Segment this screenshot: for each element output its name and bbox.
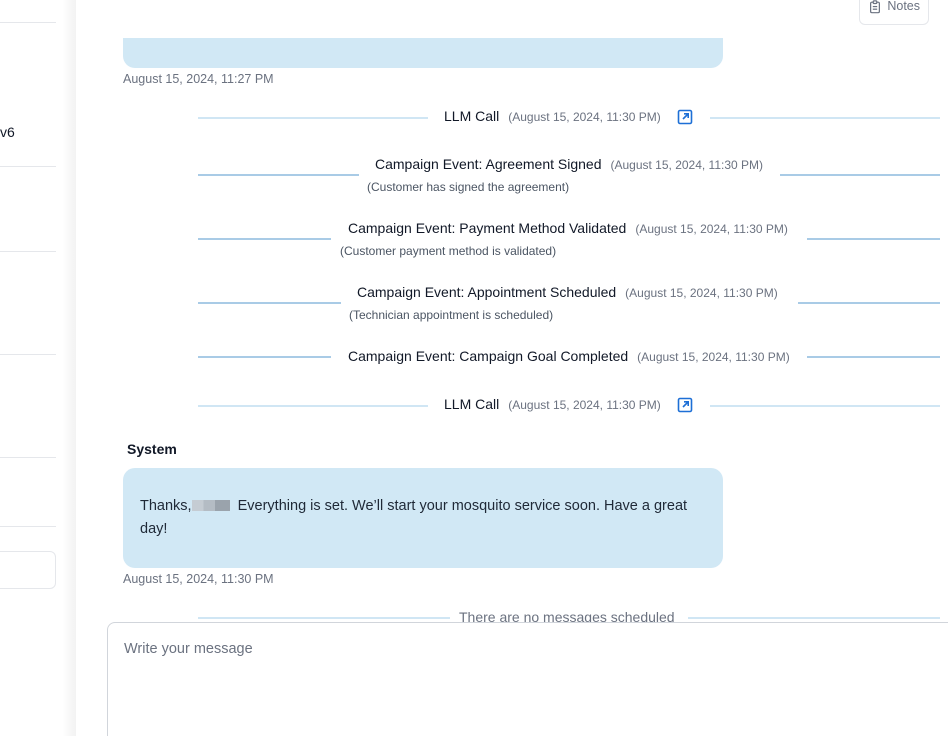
event-title: Campaign Event: Payment Method Validated xyxy=(348,220,627,236)
message-bubble-previous xyxy=(123,38,723,68)
timeline-event-goal-completed: Campaign Event: Campaign Goal Completed … xyxy=(198,348,940,368)
event-subtitle: (Customer payment method is validated) xyxy=(340,244,557,258)
redacted-name xyxy=(191,500,230,511)
timeline-line xyxy=(807,238,940,240)
sidebar-item-label[interactable]: v6 xyxy=(0,124,15,140)
timeline-line xyxy=(198,238,331,240)
timeline-event-llm-call: LLM Call (August 15, 2024, 11:30 PM) xyxy=(198,108,940,128)
timeline-line xyxy=(198,117,428,119)
timeline-line xyxy=(198,174,359,176)
event-subtitle: (Customer has signed the agreement) xyxy=(367,180,570,194)
sidebar: v6 xyxy=(0,0,76,736)
event-time: (August 15, 2024, 11:30 PM) xyxy=(508,398,661,412)
event-subtitle: (Technician appointment is scheduled) xyxy=(349,308,554,322)
external-link-icon[interactable] xyxy=(677,109,693,125)
timeline-event-agreement-signed: Campaign Event: Agreement Signed (August… xyxy=(198,156,940,196)
event-title: LLM Call xyxy=(444,396,500,412)
timeline-event-appointment-scheduled: Campaign Event: Appointment Scheduled (A… xyxy=(198,284,940,324)
timeline-line xyxy=(198,405,428,407)
notes-button[interactable]: Notes xyxy=(859,0,929,25)
notes-button-label: Notes xyxy=(887,0,920,13)
external-link-icon[interactable] xyxy=(677,397,693,413)
sidebar-divider xyxy=(0,457,56,458)
timeline-event-llm-call: LLM Call (August 15, 2024, 11:30 PM) xyxy=(198,396,940,416)
message-text-start: Thanks, xyxy=(140,498,192,514)
event-title: Campaign Event: Appointment Scheduled xyxy=(357,284,617,300)
sidebar-input[interactable] xyxy=(0,551,56,589)
event-title: Campaign Event: Agreement Signed xyxy=(375,156,602,172)
event-time: (August 15, 2024, 11:30 PM) xyxy=(610,158,764,172)
timeline-event-payment-validated: Campaign Event: Payment Method Validated… xyxy=(198,220,940,260)
event-time: (August 15, 2024, 11:30 PM) xyxy=(637,350,790,364)
timeline-line xyxy=(688,617,940,619)
timeline-line xyxy=(798,302,940,304)
event-time: (August 15, 2024, 11:30 PM) xyxy=(625,286,778,300)
message-timestamp: August 15, 2024, 11:27 PM xyxy=(123,72,274,86)
sidebar-divider xyxy=(0,526,56,527)
timeline-line xyxy=(807,356,940,358)
message-sender: System xyxy=(127,441,177,457)
event-title: Campaign Event: Campaign Goal Completed xyxy=(348,348,629,364)
message-bubble: Thanks, Everything is set. We’ll start y… xyxy=(123,468,723,568)
sidebar-divider xyxy=(0,251,56,252)
conversation-panel: Notes August 15, 2024, 11:27 PM LLM Call… xyxy=(77,0,948,736)
message-composer xyxy=(107,622,948,736)
timeline-line xyxy=(198,302,341,304)
message-input[interactable] xyxy=(108,623,948,736)
event-time: (August 15, 2024, 11:30 PM) xyxy=(635,222,788,236)
sidebar-divider xyxy=(0,166,56,167)
event-time: (August 15, 2024, 11:30 PM) xyxy=(508,110,661,124)
sidebar-divider xyxy=(0,22,56,23)
event-title: LLM Call xyxy=(444,108,500,124)
timeline-line xyxy=(710,117,940,119)
message-timestamp: August 15, 2024, 11:30 PM xyxy=(123,572,274,586)
clipboard-icon xyxy=(870,0,881,14)
timeline-line xyxy=(198,617,450,619)
timeline-line xyxy=(780,174,940,176)
sidebar-divider xyxy=(0,354,56,355)
timeline-line xyxy=(710,405,940,407)
timeline-line xyxy=(198,356,331,358)
